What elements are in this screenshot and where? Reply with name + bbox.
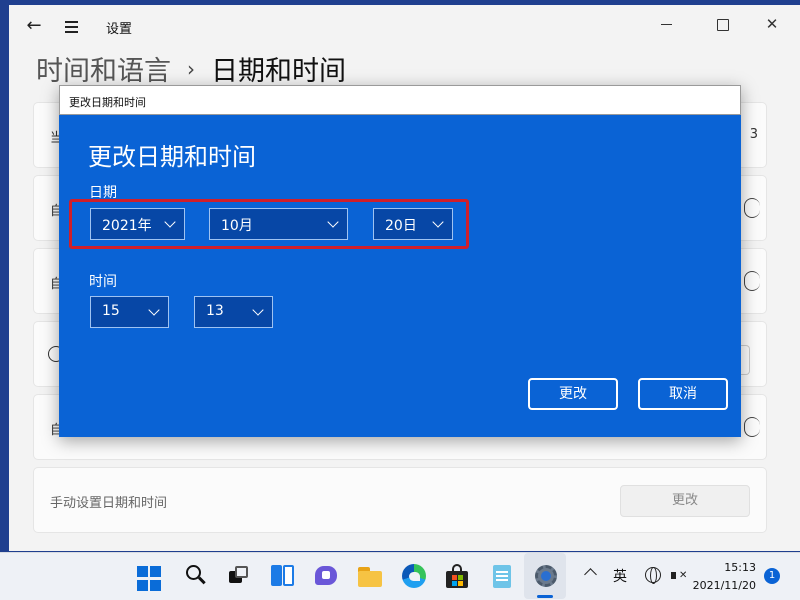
breadcrumb-current: 日期和时间 [211, 56, 346, 87]
toggle-switch[interactable] [744, 271, 760, 291]
change-button[interactable]: 更改 [528, 378, 618, 410]
change-date-time-dialog: 更改日期和时间 更改日期和时间 日期 2021年 10月 20日 时间 15 1… [59, 85, 741, 437]
chevron-down-icon [432, 216, 444, 228]
dialog-titlebar: 更改日期和时间 [59, 85, 741, 115]
breadcrumb: 时间和语言 › 日期和时间 [36, 49, 346, 88]
card-value: 3 [749, 127, 758, 142]
year-select[interactable]: 2021年 [90, 208, 185, 240]
day-value: 20日 [385, 218, 417, 234]
task-view-icon[interactable] [226, 563, 252, 589]
clock-time[interactable]: 15:13 [700, 561, 756, 574]
manual-set-label: 手动设置日期和时间 [50, 496, 168, 511]
chevron-down-icon [327, 216, 339, 228]
year-value: 2021年 [102, 218, 152, 234]
month-select[interactable]: 10月 [209, 208, 348, 240]
dialog-window-title: 更改日期和时间 [69, 96, 146, 109]
toggle-switch[interactable] [744, 198, 760, 218]
day-select[interactable]: 20日 [373, 208, 453, 240]
ime-indicator[interactable]: 英 [613, 566, 627, 586]
close-button[interactable]: ✕ [757, 11, 787, 37]
file-explorer-icon[interactable] [357, 563, 383, 589]
start-icon[interactable] [137, 566, 163, 592]
cancel-button[interactable]: 取消 [638, 378, 728, 410]
settings-icon[interactable] [533, 563, 559, 589]
dialog-heading: 更改日期和时间 [88, 143, 256, 171]
breadcrumb-parent[interactable]: 时间和语言 [36, 49, 171, 88]
back-arrow-icon[interactable]: ← [23, 15, 45, 37]
search-icon[interactable] [183, 563, 209, 589]
minute-select[interactable]: 13 [194, 296, 273, 328]
hamburger-menu-icon[interactable] [61, 15, 83, 37]
notification-badge[interactable]: 1 [764, 568, 780, 584]
month-value: 10月 [221, 218, 253, 234]
widgets-icon[interactable] [270, 563, 296, 589]
chevron-down-icon [252, 304, 264, 316]
notepad-icon[interactable] [489, 563, 515, 589]
clock-date[interactable]: 2021/11/20 [690, 579, 756, 592]
time-label: 时间 [89, 274, 117, 290]
minute-value: 13 [206, 303, 224, 319]
network-globe-icon[interactable] [645, 567, 661, 584]
hour-select[interactable]: 15 [90, 296, 169, 328]
hour-value: 15 [102, 303, 120, 319]
settings-app-title: 设置 [106, 22, 133, 37]
chevron-down-icon [148, 304, 160, 316]
volume-muted-icon[interactable]: ✕ [671, 569, 687, 582]
minimize-button[interactable] [651, 11, 681, 37]
toggle-switch[interactable] [744, 417, 760, 437]
store-icon[interactable] [444, 563, 470, 589]
maximize-button[interactable] [707, 11, 737, 37]
breadcrumb-separator-icon: › [187, 56, 195, 81]
edge-icon[interactable] [401, 563, 427, 589]
chat-icon[interactable] [313, 563, 339, 589]
chevron-down-icon [164, 216, 176, 228]
active-app-indicator [537, 595, 553, 598]
settings-titlebar: ← 设置 ✕ [9, 5, 800, 47]
manual-change-button[interactable]: 更改 [620, 485, 750, 517]
